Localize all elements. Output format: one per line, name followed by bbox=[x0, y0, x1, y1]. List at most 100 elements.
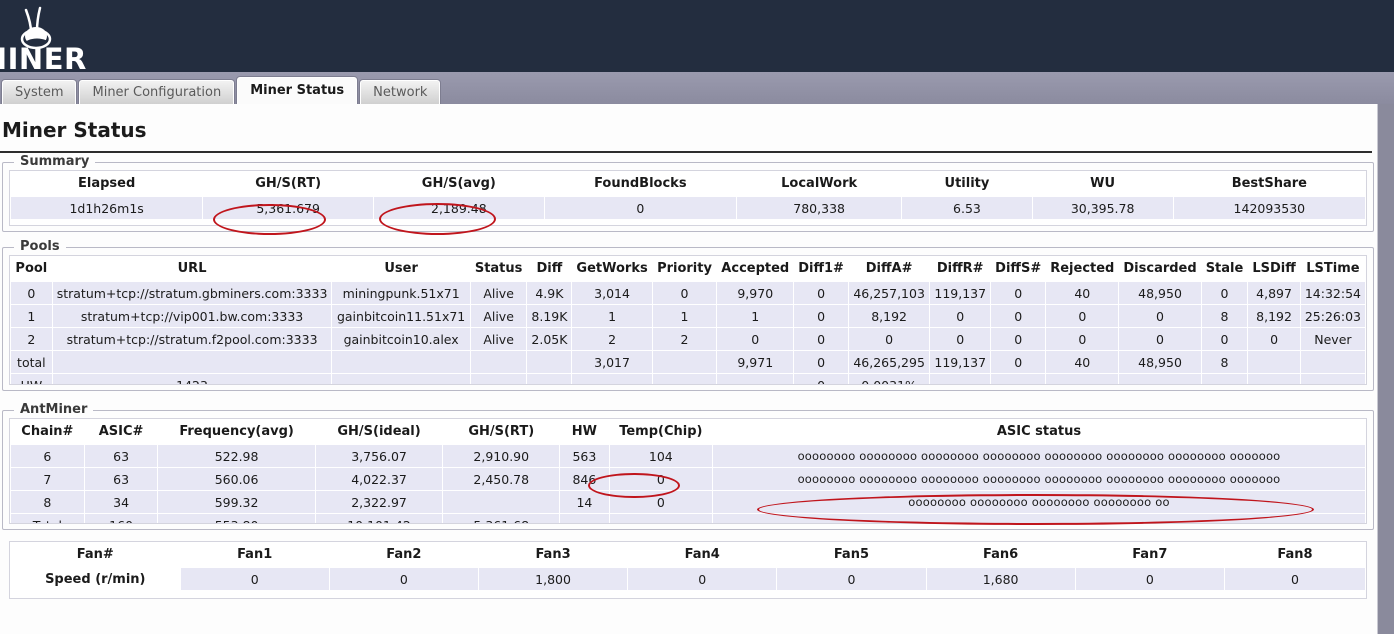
pools-r2-c9: 0 bbox=[848, 328, 930, 350]
pools-r4-c10 bbox=[930, 374, 991, 384]
table-row: 1 stratum+tcp://vip001.bw.com:3333 gainb… bbox=[11, 305, 1365, 327]
fans-speed-row: Speed (r/min) 0 0 1,800 0 0 1,680 0 0 bbox=[11, 568, 1365, 590]
pools-r3-c12: 40 bbox=[1046, 351, 1119, 373]
fan-speed-7: 0 bbox=[1075, 568, 1224, 590]
pools-r0-c13: 48,950 bbox=[1119, 282, 1201, 304]
pools-r4-c1: 1423 bbox=[52, 374, 332, 384]
table-row: 2 stratum+tcp://stratum.f2pool.com:3333 … bbox=[11, 328, 1365, 350]
pools-th-pool: Pool bbox=[11, 257, 52, 281]
pools-r4-c7 bbox=[717, 374, 794, 384]
pools-r4-c5 bbox=[572, 374, 652, 384]
fan-speed-6: 1,680 bbox=[926, 568, 1075, 590]
pools-r3-c10: 119,137 bbox=[930, 351, 991, 373]
antminer-table: Chain# ASIC# Frequency(avg) GH/S(ideal) … bbox=[10, 419, 1366, 523]
pools-r1-c13: 0 bbox=[1119, 305, 1201, 327]
pools-r0-c10: 119,137 bbox=[930, 282, 991, 304]
pools-r0-c1: stratum+tcp://stratum.gbminers.com:3333 bbox=[52, 282, 332, 304]
summary-td-elapsed: 1d1h26m1s bbox=[11, 197, 203, 219]
pools-r0-c14: 0 bbox=[1201, 282, 1248, 304]
ant-r3-c4: 5,361.68 bbox=[443, 514, 560, 523]
tab-miner-configuration[interactable]: Miner Configuration bbox=[79, 80, 235, 104]
pools-r4-c0: HW bbox=[11, 374, 52, 384]
pools-hw-row: HW 1423 0 0.0031% bbox=[11, 374, 1365, 384]
fan-speed-3: 1,800 bbox=[478, 568, 628, 590]
pools-r0-c15: 4,897 bbox=[1248, 282, 1300, 304]
summary-th-bestshare: BestShare bbox=[1173, 172, 1365, 196]
pools-r0-c4: 4.9K bbox=[527, 282, 572, 304]
summary-td-utility: 6.53 bbox=[902, 197, 1032, 219]
pools-r2-c7: 0 bbox=[717, 328, 794, 350]
pools-r3-c6 bbox=[652, 351, 717, 373]
pools-r4-c16 bbox=[1300, 374, 1365, 384]
pools-r1-c8: 0 bbox=[794, 305, 848, 327]
ant-r0-c3: 3,756.07 bbox=[315, 445, 443, 467]
ant-r1-c2: 560.06 bbox=[158, 468, 315, 490]
pools-r0-c2: miningpunk.51x71 bbox=[332, 282, 470, 304]
summary-th-ghs-avg: GH/S(avg) bbox=[373, 172, 544, 196]
antminer-header-row: Chain# ASIC# Frequency(avg) GH/S(ideal) … bbox=[11, 420, 1365, 444]
summary-td-ghs-rt: 5,361.679 bbox=[203, 197, 373, 219]
summary-th-wu: WU bbox=[1032, 172, 1173, 196]
ant-r3-c0: Total bbox=[11, 514, 84, 523]
pools-r4-c2 bbox=[332, 374, 470, 384]
pools-th-accepted: Accepted bbox=[717, 257, 794, 281]
summary-legend: Summary bbox=[14, 154, 96, 169]
pools-r3-c9: 46,265,295 bbox=[848, 351, 930, 373]
pools-r1-c2: gainbitcoin11.51x71 bbox=[332, 305, 470, 327]
tab-list: System Miner Configuration Miner Status … bbox=[2, 76, 443, 104]
pools-r1-c5: 1 bbox=[572, 305, 652, 327]
pools-r4-c4 bbox=[527, 374, 572, 384]
pools-r0-c11: 0 bbox=[991, 282, 1046, 304]
ant-r2-c2: 599.32 bbox=[158, 491, 315, 513]
table-row: 0 stratum+tcp://stratum.gbminers.com:333… bbox=[11, 282, 1365, 304]
ant-r1-c1: 63 bbox=[84, 468, 158, 490]
pools-total-row: total 3,017 9,971 0 46,265,295 119,137 0… bbox=[11, 351, 1365, 373]
ant-r3-c3: 10,101.42 bbox=[315, 514, 443, 523]
summary-header-row: Elapsed GH/S(RT) GH/S(avg) FoundBlocks L… bbox=[11, 172, 1365, 196]
ant-r2-c5: 14 bbox=[560, 491, 609, 513]
summary-td-ghs-avg: 2,189.48 bbox=[373, 197, 544, 219]
page-right-margin bbox=[1378, 104, 1394, 634]
pools-th-url: URL bbox=[52, 257, 332, 281]
pools-r0-c6: 0 bbox=[652, 282, 717, 304]
pools-r4-c14 bbox=[1201, 374, 1248, 384]
ant-r3-c2: 553.80 bbox=[158, 514, 315, 523]
ant-th-chain: Chain# bbox=[11, 420, 84, 444]
tab-system[interactable]: System bbox=[2, 80, 77, 104]
antminer-logo: TMINER bbox=[0, 6, 212, 72]
pools-legend: Pools bbox=[14, 239, 66, 254]
pools-r4-c9: 0.0031% bbox=[848, 374, 930, 384]
fan-th-fan5: Fan5 bbox=[777, 543, 926, 567]
pools-r1-c11: 0 bbox=[991, 305, 1046, 327]
ant-r1-c4: 2,450.78 bbox=[443, 468, 560, 490]
ant-th-temp: Temp(Chip) bbox=[609, 420, 712, 444]
tab-network[interactable]: Network bbox=[360, 80, 441, 104]
logo-wordmark-text: TMINER bbox=[0, 42, 87, 72]
pools-r4-c6 bbox=[652, 374, 717, 384]
pools-r0-c12: 40 bbox=[1046, 282, 1119, 304]
ant-r2-c0: 8 bbox=[11, 491, 84, 513]
pools-table-wrap: Pool URL User Status Diff GetWorks Prior… bbox=[9, 255, 1367, 385]
pools-r3-c5: 3,017 bbox=[572, 351, 652, 373]
fan-speed-5: 0 bbox=[777, 568, 926, 590]
pools-r2-c2: gainbitcoin10.alex bbox=[332, 328, 470, 350]
pools-r1-c14: 8 bbox=[1201, 305, 1248, 327]
pools-r2-c4: 2.05K bbox=[527, 328, 572, 350]
fans-section: Fan# Fan1 Fan2 Fan3 Fan4 Fan5 Fan6 Fan7 … bbox=[9, 541, 1367, 599]
summary-table-wrap: Elapsed GH/S(RT) GH/S(avg) FoundBlocks L… bbox=[9, 170, 1367, 226]
fans-table-wrap: Fan# Fan1 Fan2 Fan3 Fan4 Fan5 Fan6 Fan7 … bbox=[9, 541, 1367, 599]
pools-th-discarded: Discarded bbox=[1119, 257, 1201, 281]
tab-miner-status[interactable]: Miner Status bbox=[237, 77, 358, 104]
fan-th-fan8: Fan8 bbox=[1224, 543, 1365, 567]
pools-r0-c8: 0 bbox=[794, 282, 848, 304]
fan-speed-2: 0 bbox=[329, 568, 478, 590]
summary-section: Summary Elapsed GH/S(RT) GH/S(avg) Found… bbox=[2, 154, 1374, 232]
table-row: 7 63 560.06 4,022.37 2,450.78 846 0 oooo… bbox=[11, 468, 1365, 490]
pools-r2-c15: 0 bbox=[1248, 328, 1300, 350]
ant-r0-c6: 104 bbox=[609, 445, 712, 467]
ant-r1-c3: 4,022.37 bbox=[315, 468, 443, 490]
pools-r3-c15 bbox=[1248, 351, 1300, 373]
pools-header-row: Pool URL User Status Diff GetWorks Prior… bbox=[11, 257, 1365, 281]
pools-th-getworks: GetWorks bbox=[572, 257, 652, 281]
ant-r1-asic-status: oooooooo oooooooo oooooooo oooooooo oooo… bbox=[713, 468, 1365, 490]
